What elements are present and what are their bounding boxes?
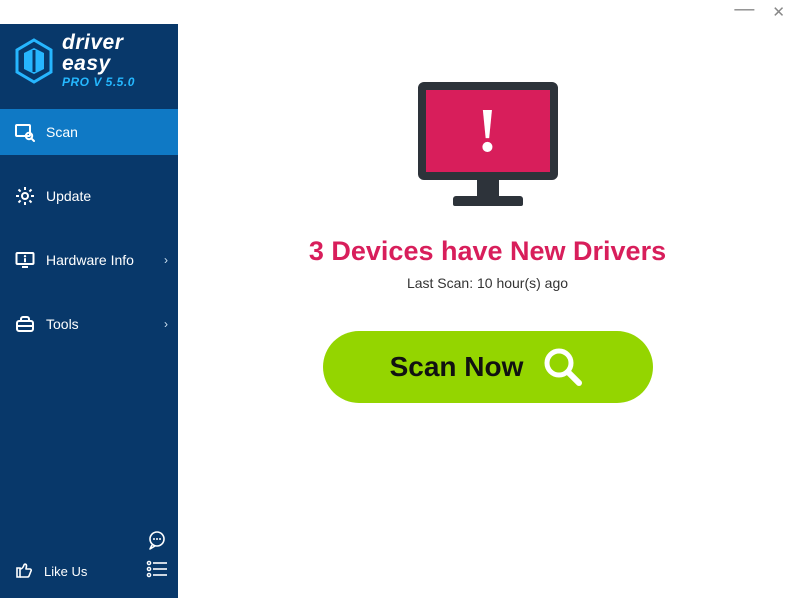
thumbs-up-icon[interactable] bbox=[14, 559, 34, 584]
last-scan-text: Last Scan: 10 hour(s) ago bbox=[407, 275, 568, 291]
sidebar-item-scan[interactable]: Scan bbox=[0, 109, 178, 155]
sidebar-item-label: Update bbox=[46, 188, 91, 204]
magnifier-icon bbox=[541, 345, 585, 389]
window-titlebar: — ✕ bbox=[0, 0, 797, 24]
brand-block: driver easy PRO V 5.5.0 bbox=[0, 24, 178, 97]
sidebar-item-update[interactable]: Update bbox=[0, 173, 178, 219]
feedback-icon[interactable] bbox=[146, 529, 168, 551]
brand-version: PRO V 5.5.0 bbox=[62, 75, 178, 89]
exclamation-icon: ! bbox=[477, 100, 498, 162]
like-us-label[interactable]: Like Us bbox=[44, 564, 87, 579]
list-icon[interactable] bbox=[146, 560, 168, 583]
alert-monitor-graphic: ! bbox=[418, 82, 558, 206]
sidebar-item-label: Tools bbox=[46, 316, 79, 332]
scan-now-label: Scan Now bbox=[390, 351, 524, 383]
sidebar-item-hardware-info[interactable]: Hardware Info › bbox=[0, 237, 178, 283]
minimize-icon[interactable]: — bbox=[734, 0, 754, 19]
gear-icon bbox=[14, 186, 36, 206]
sidebar-bottom: Like Us bbox=[0, 519, 178, 598]
toolbox-icon bbox=[14, 314, 36, 334]
scan-now-button[interactable]: Scan Now bbox=[323, 331, 653, 403]
brand-logo-icon bbox=[14, 38, 54, 84]
chevron-right-icon: › bbox=[164, 253, 168, 267]
sidebar-item-label: Hardware Info bbox=[46, 252, 134, 268]
app-root: driver easy PRO V 5.5.0 Scan bbox=[0, 24, 797, 598]
scan-icon bbox=[14, 122, 36, 142]
sidebar-item-tools[interactable]: Tools › bbox=[0, 301, 178, 347]
scan-result-headline: 3 Devices have New Drivers bbox=[309, 236, 666, 267]
monitor-base bbox=[453, 196, 523, 206]
sidebar-nav: Scan bbox=[0, 109, 178, 365]
sidebar: driver easy PRO V 5.5.0 Scan bbox=[0, 24, 178, 598]
monitor-info-icon bbox=[14, 250, 36, 270]
main-panel: ! 3 Devices have New Drivers Last Scan: … bbox=[178, 24, 797, 598]
monitor-neck bbox=[477, 180, 499, 196]
monitor-screen: ! bbox=[418, 82, 558, 180]
brand-name: driver easy bbox=[62, 32, 178, 74]
close-icon[interactable]: ✕ bbox=[772, 5, 785, 20]
sidebar-item-label: Scan bbox=[46, 124, 78, 140]
chevron-right-icon: › bbox=[164, 317, 168, 331]
